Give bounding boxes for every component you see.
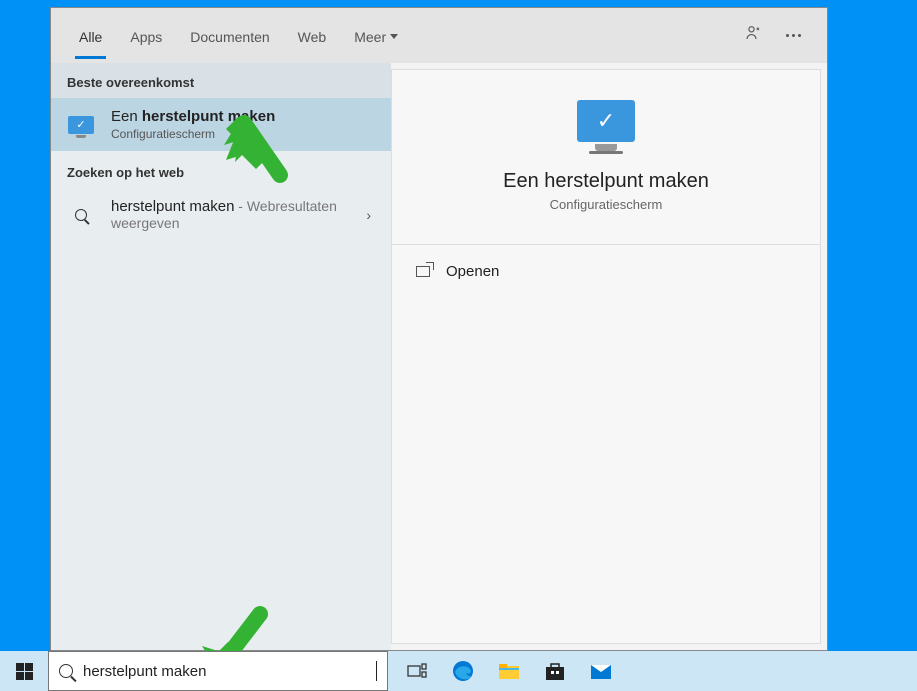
monitor-icon: ✓ xyxy=(65,109,97,141)
search-icon xyxy=(59,664,73,678)
preview-hero: ✓ Een herstelpunt maken Configuratiesche… xyxy=(392,70,820,236)
edge-icon xyxy=(451,659,475,683)
tabs-row: Alle Apps Documenten Web Meer xyxy=(51,8,827,63)
caret-down-icon xyxy=(390,34,398,39)
preview-pane: ✓ Een herstelpunt maken Configuratiesche… xyxy=(391,69,821,644)
tab-all[interactable]: Alle xyxy=(65,13,116,59)
taskbar xyxy=(0,651,917,691)
tab-more[interactable]: Meer xyxy=(340,13,412,59)
tab-apps[interactable]: Apps xyxy=(116,13,176,59)
best-match-result[interactable]: ✓ Een herstelpunt maken Configuratiesche… xyxy=(51,98,391,151)
tab-web[interactable]: Web xyxy=(284,13,341,59)
taskbar-icons xyxy=(394,651,624,691)
start-button[interactable] xyxy=(0,651,48,691)
panel-body: Beste overeenkomst ✓ Een herstelpunt mak… xyxy=(51,63,827,650)
ellipsis-icon xyxy=(786,34,801,37)
result-title: Een herstelpunt maken xyxy=(111,108,377,125)
more-options-button[interactable] xyxy=(773,16,813,56)
search-icon xyxy=(65,199,97,231)
tab-documents[interactable]: Documenten xyxy=(176,13,283,59)
edge-button[interactable] xyxy=(440,651,486,691)
chevron-right-icon: › xyxy=(360,207,377,223)
section-best-match: Beste overeenkomst xyxy=(51,63,391,98)
preview-title: Een herstelpunt maken xyxy=(503,170,709,193)
preview-subtitle: Configuratiescherm xyxy=(550,197,663,212)
feedback-icon[interactable] xyxy=(733,16,773,56)
task-view-icon xyxy=(407,663,427,679)
result-subtitle: Configuratiescherm xyxy=(111,127,377,141)
open-label: Openen xyxy=(446,263,499,280)
person-icon xyxy=(744,24,762,47)
web-result-text: herstelpunt maken - Webresultaten weerge… xyxy=(111,198,346,232)
monitor-large-icon: ✓ xyxy=(577,100,635,142)
results-left-column: Beste overeenkomst ✓ Een herstelpunt mak… xyxy=(51,63,391,650)
tab-more-label: Meer xyxy=(354,29,386,45)
section-web: Zoeken op het web xyxy=(51,151,391,188)
mail-icon xyxy=(590,662,612,680)
folder-icon xyxy=(498,662,520,680)
web-result-title: herstelpunt maken - Webresultaten weerge… xyxy=(111,198,346,232)
file-explorer-button[interactable] xyxy=(486,651,532,691)
mail-button[interactable] xyxy=(578,651,624,691)
taskbar-search-box[interactable] xyxy=(48,651,388,691)
task-view-button[interactable] xyxy=(394,651,440,691)
search-input[interactable] xyxy=(83,663,366,680)
open-action[interactable]: Openen xyxy=(392,245,820,298)
text-cursor xyxy=(376,661,377,681)
result-text: Een herstelpunt maken Configuratiescherm xyxy=(111,108,377,141)
store-button[interactable] xyxy=(532,651,578,691)
web-result[interactable]: herstelpunt maken - Webresultaten weerge… xyxy=(51,188,391,242)
store-icon xyxy=(544,661,566,681)
open-icon xyxy=(416,266,430,277)
windows-logo-icon xyxy=(16,663,33,680)
search-results-panel: Alle Apps Documenten Web Meer Beste over… xyxy=(50,7,828,651)
